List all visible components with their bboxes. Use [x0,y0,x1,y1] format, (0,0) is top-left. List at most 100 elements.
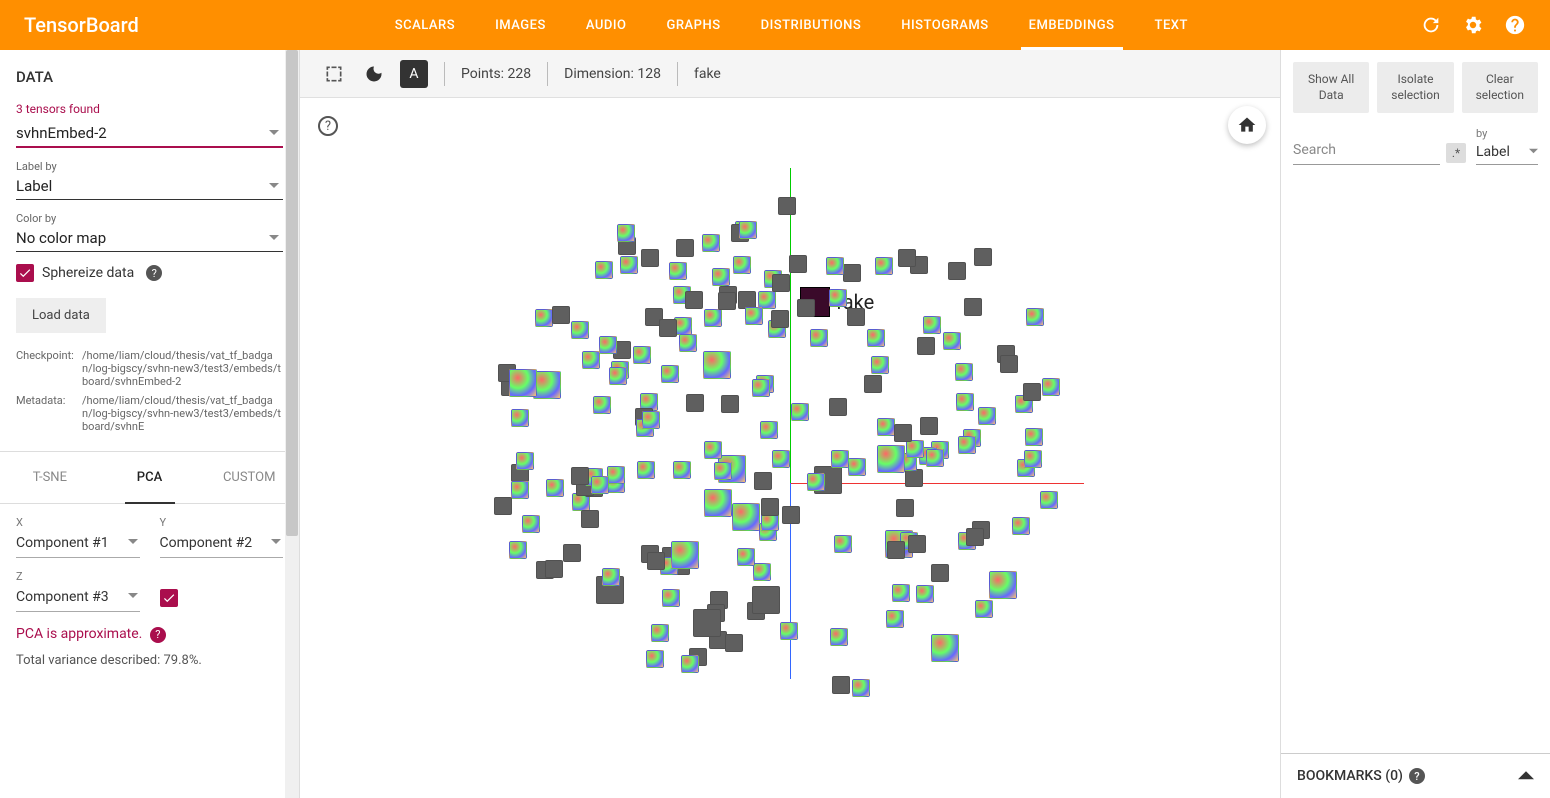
refresh-icon[interactable] [1420,14,1442,36]
embedding-point[interactable] [926,449,944,467]
y-component-select[interactable]: Component #2 [160,529,284,558]
embedding-point[interactable] [761,498,779,516]
pca-note-help-icon[interactable]: ? [150,627,166,643]
embedding-point[interactable] [704,441,722,459]
embedding-point[interactable] [693,609,721,637]
sphereize-help-icon[interactable]: ? [146,265,162,281]
embedding-point[interactable] [599,336,617,354]
tab-audio[interactable]: AUDIO [566,0,647,50]
embedding-point[interactable] [771,310,789,328]
embedding-point[interactable] [533,371,561,399]
embedding-point[interactable] [920,417,938,435]
embedding-point[interactable] [966,528,984,546]
embedding-point[interactable] [725,634,743,652]
label-by-select[interactable]: Label [16,173,283,200]
embedding-point[interactable] [679,334,697,352]
embedding-point[interactable] [669,262,687,280]
embedding-point[interactable] [810,329,828,347]
embedding-point[interactable] [1026,308,1044,326]
embedding-point[interactable] [898,249,916,267]
search-input[interactable]: Search [1293,136,1440,165]
embedding-point[interactable] [832,676,850,694]
embedding-point[interactable] [602,568,620,586]
embedding-point[interactable] [826,257,844,275]
embedding-point[interactable] [702,234,720,252]
embedding-point[interactable] [847,308,865,326]
embedding-point[interactable] [789,255,807,273]
embedding-point[interactable] [509,369,537,397]
embedding-point[interactable] [1012,517,1030,535]
embedding-point[interactable] [905,469,923,487]
embedding-point[interactable] [674,317,692,335]
embedding-point[interactable] [931,634,959,662]
embedding-point[interactable] [752,379,770,397]
embedding-point[interactable] [797,299,815,317]
embedding-point[interactable] [892,584,910,602]
embedding-point[interactable] [931,564,949,582]
embedding-point[interactable] [887,541,905,559]
embedding-point[interactable] [1000,355,1018,373]
embedding-point[interactable] [718,292,736,310]
left-scrollbar[interactable] [285,50,299,798]
embedding-point[interactable] [642,411,660,429]
tab-tsne[interactable]: T-SNE [0,452,100,503]
embedding-point[interactable] [886,610,904,628]
embedding-point[interactable] [867,329,885,347]
tensor-select[interactable]: svhnEmbed-2 [16,120,283,148]
embedding-point[interactable] [1042,378,1060,396]
x-component-select[interactable]: Component #1 [16,529,140,558]
embedding-point[interactable] [1023,383,1041,401]
tab-scalars[interactable]: SCALARS [375,0,475,50]
help-icon[interactable] [1504,14,1526,36]
embedding-point[interactable] [651,624,669,642]
embedding-point[interactable] [908,535,926,553]
load-data-button[interactable]: Load data [16,298,106,333]
embedding-point[interactable] [772,274,790,292]
embedding-point[interactable] [681,655,699,673]
embedding-point[interactable] [772,450,790,468]
embedding-point[interactable] [1025,428,1043,446]
embedding-point[interactable] [894,424,912,442]
embedding-point[interactable] [732,503,760,531]
embedding-point[interactable] [494,497,512,515]
clear-selection-button[interactable]: Clear selection [1462,62,1538,113]
embedding-point[interactable] [676,239,694,257]
embedding-point[interactable] [662,589,680,607]
embedding-point[interactable] [637,461,655,479]
bookmarks-bar[interactable]: BOOKMARKS (0) ? [1281,753,1550,798]
embedding-point[interactable] [563,544,581,562]
embedding-point[interactable] [778,197,796,215]
embedding-point[interactable] [545,560,563,578]
reset-view-button[interactable] [1228,106,1266,144]
embedding-point[interactable] [864,375,882,393]
tab-distributions[interactable]: DISTRIBUTIONS [741,0,882,50]
tab-histograms[interactable]: HISTOGRAMS [881,0,1008,50]
embedding-point[interactable] [546,479,564,497]
embedding-point[interactable] [733,256,751,274]
embedding-point[interactable] [754,472,772,490]
embedding-point[interactable] [877,445,905,473]
embedding-point[interactable] [831,450,849,468]
embedding-point[interactable] [896,499,914,517]
scrollbar-thumb[interactable] [286,50,298,536]
regex-toggle[interactable]: .* [1446,143,1466,163]
embedding-point[interactable] [852,679,870,697]
embedding-point[interactable] [1024,450,1042,468]
embedding-point[interactable] [956,393,974,411]
tab-text[interactable]: TEXT [1135,0,1208,50]
embedding-point[interactable] [760,421,778,439]
embedding-point[interactable] [673,461,691,479]
embedding-point[interactable] [686,394,704,412]
z-component-select[interactable]: Component #3 [16,583,140,612]
embedding-point[interactable] [739,221,757,239]
label-mode-icon[interactable]: A [400,60,428,88]
embedding-point[interactable] [745,307,763,325]
marquee-select-icon[interactable] [320,60,348,88]
embedding-point[interactable] [509,541,527,559]
embedding-point[interactable] [753,563,771,581]
embedding-point[interactable] [780,622,798,640]
embedding-point[interactable] [714,462,732,480]
embedding-point[interactable] [975,600,993,618]
embedding-point[interactable] [511,481,529,499]
night-mode-icon[interactable] [360,60,388,88]
